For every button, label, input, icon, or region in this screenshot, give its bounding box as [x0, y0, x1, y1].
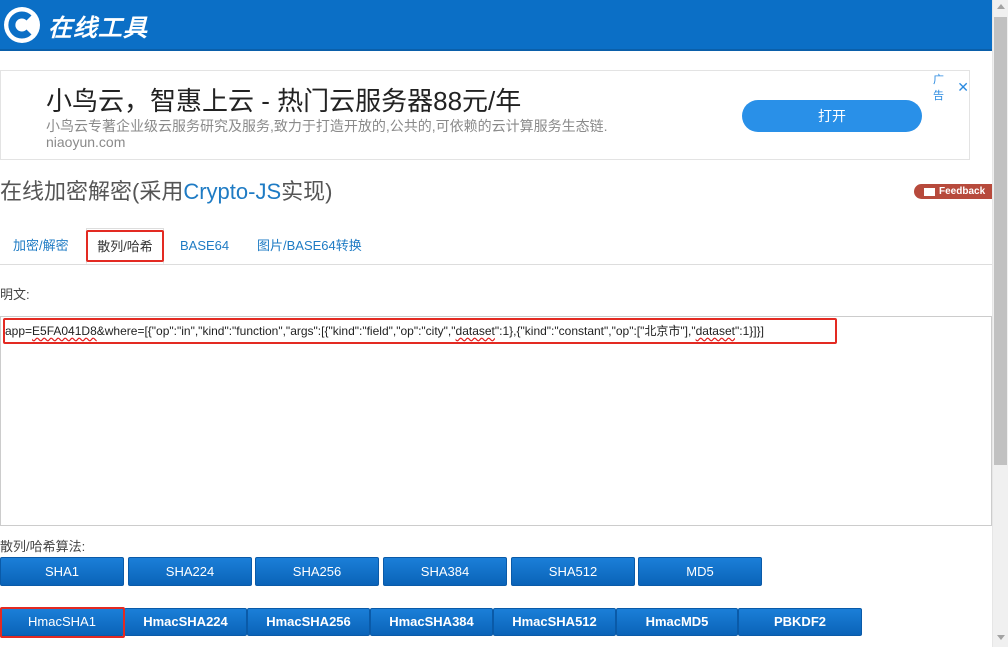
hmacsha512-button[interactable]: HmacSHA512: [493, 608, 616, 636]
ad-badge: 广告 ✕: [933, 71, 969, 103]
ad-url[interactable]: niaoyun.com: [46, 134, 125, 150]
page-title-crypto-js: Crypto-JS: [183, 179, 282, 204]
page-scrollbar[interactable]: [992, 0, 1008, 647]
hmacmd5-button[interactable]: HmacMD5: [616, 608, 738, 636]
page-title-prefix: 在线加密解密(采用: [0, 179, 184, 204]
ad-description: 小鸟云专著企业级云服务研究及服务,致力于打造开放的,公共的,可依赖的云计算服务生…: [46, 118, 608, 134]
sha384-button[interactable]: SHA384: [383, 557, 507, 586]
scrollbar-thumb[interactable]: [994, 17, 1007, 465]
page-title-suffix: 实现): [281, 179, 333, 204]
sha224-button[interactable]: SHA224: [128, 557, 252, 586]
sha1-button[interactable]: SHA1: [0, 557, 124, 586]
feedback-button[interactable]: Feedback: [914, 184, 994, 199]
sha512-button[interactable]: SHA512: [511, 557, 635, 586]
md5-button[interactable]: MD5: [638, 557, 762, 586]
ad-open-button[interactable]: 打开: [742, 100, 922, 132]
sha256-button[interactable]: SHA256: [255, 557, 379, 586]
plaintext-label: 明文:: [0, 287, 30, 302]
hmacsha384-button[interactable]: HmacSHA384: [370, 608, 493, 636]
tab-base64[interactable]: BASE64: [180, 228, 229, 264]
page: 在线工具 小鸟云，智惠上云 - 热门云服务器88元/年 小鸟云专著企业级云服务研…: [0, 0, 1008, 647]
site-logo[interactable]: 在线工具: [2, 5, 148, 45]
close-icon[interactable]: ✕: [957, 79, 969, 96]
hmacsha224-button[interactable]: HmacSHA224: [124, 608, 247, 636]
plaintext-textarea[interactable]: [0, 316, 992, 526]
scroll-down-arrow-icon[interactable]: [997, 635, 1005, 640]
pbkdf2-button[interactable]: PBKDF2: [738, 608, 862, 636]
top-bar: 在线工具: [0, 0, 992, 51]
tab-encrypt-decrypt[interactable]: 加密/解密: [13, 228, 69, 264]
page-title: 在线加密解密(采用Crypto-JS实现): [0, 174, 332, 206]
feedback-label: Feedback: [939, 186, 986, 197]
textarea-highlight-box: [3, 318, 837, 344]
ad-badge-label: 广告: [933, 74, 944, 102]
tab-image-base64[interactable]: 图片/BASE64转换: [257, 228, 362, 264]
hmacsha256-button[interactable]: HmacSHA256: [247, 608, 370, 636]
logo-text: 在线工具: [48, 12, 148, 42]
button-highlight-box: [0, 607, 125, 638]
tab-highlight-box: [86, 230, 164, 262]
envelope-icon: [924, 187, 935, 196]
logo-c-icon: [4, 7, 40, 43]
ad-title[interactable]: 小鸟云，智惠上云 - 热门云服务器88元/年: [46, 81, 521, 118]
ad-banner[interactable]: 小鸟云，智惠上云 - 热门云服务器88元/年 小鸟云专著企业级云服务研究及服务,…: [0, 70, 970, 160]
scroll-up-arrow-icon[interactable]: [997, 4, 1005, 9]
algorithm-label: 散列/哈希算法:: [0, 539, 86, 554]
